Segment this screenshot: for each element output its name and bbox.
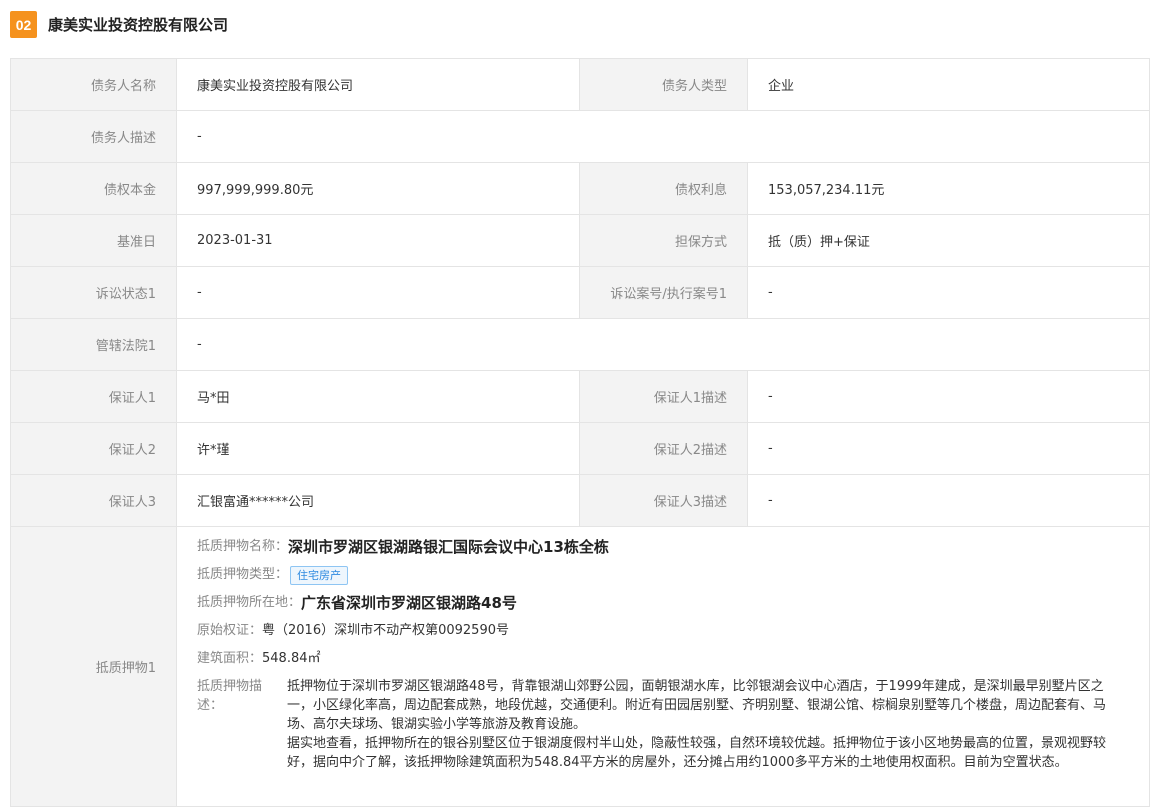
collateral-desc: 抵押物位于深圳市罗湖区银湖路48号，背靠银湖山郊野公园，面朝银湖水库，比邻银湖会… <box>287 677 1129 772</box>
guarantor3-value: 汇银富通******公司 <box>176 474 580 527</box>
guarantor2-value: 许*瑾 <box>176 422 580 475</box>
base-date-label: 基准日 <box>10 214 177 267</box>
collateral-location-key: 抵质押物所在地： <box>197 595 302 610</box>
table-row: 债务人描述 - <box>10 110 1150 163</box>
guarantor2-label: 保证人2 <box>10 422 177 475</box>
table-row: 保证人1 马*田 保证人1描述 - <box>10 370 1150 423</box>
collateral-area-key: 建筑面积： <box>197 651 263 666</box>
court-label: 管辖法院1 <box>10 318 177 371</box>
collateral-type-line: 抵质押物类型： 住宅房产 <box>197 565 1129 585</box>
collateral-location-line: 抵质押物所在地： 广东省深圳市罗湖区银湖路48号 <box>197 593 1129 613</box>
litigation-status-value: - <box>176 266 580 319</box>
guarantee-method-value: 抵（质）押+保证 <box>747 214 1150 267</box>
collateral-desc-key: 抵质押物描述： <box>197 679 263 713</box>
section-title: 康美实业投资控股有限公司 <box>48 16 229 34</box>
collateral-name-key: 抵质押物名称： <box>197 539 289 554</box>
table-row: 保证人3 汇银富通******公司 保证人3描述 - <box>10 474 1150 527</box>
guarantor1-value: 马*田 <box>176 370 580 423</box>
guarantor1-label: 保证人1 <box>10 370 177 423</box>
debtor-desc-value: - <box>176 110 1150 163</box>
table-row: 诉讼状态1 - 诉讼案号/执行案号1 - <box>10 266 1150 319</box>
collateral-name-line: 抵质押物名称： 深圳市罗湖区银湖路银汇国际会议中心13栋全栋 <box>197 537 1129 557</box>
debtor-name-label: 债务人名称 <box>10 58 177 111</box>
table-row: 抵质押物1 抵质押物名称： 深圳市罗湖区银湖路银汇国际会议中心13栋全栋 抵质押… <box>10 526 1150 807</box>
collateral-cert: 粤（2016）深圳市不动产权第0092590号 <box>262 623 509 638</box>
collateral-details: 抵质押物名称： 深圳市罗湖区银湖路银汇国际会议中心13栋全栋 抵质押物类型： 住… <box>176 526 1150 807</box>
collateral-name: 深圳市罗湖区银湖路银汇国际会议中心13栋全栋 <box>288 538 609 556</box>
table-row: 管辖法院1 - <box>10 318 1150 371</box>
guarantor1-desc-value: - <box>747 370 1150 423</box>
table-row: 基准日 2023-01-31 担保方式 抵（质）押+保证 <box>10 214 1150 267</box>
guarantor3-label: 保证人3 <box>10 474 177 527</box>
collateral-area: 548.84㎡ <box>262 651 321 666</box>
base-date-value: 2023-01-31 <box>176 214 580 267</box>
case-number-label: 诉讼案号/执行案号1 <box>579 266 748 319</box>
case-number-value: - <box>747 266 1150 319</box>
table-row: 债权本金 997,999,999.80元 债权利息 153,057,234.11… <box>10 162 1150 215</box>
guarantor2-desc-label: 保证人2描述 <box>579 422 748 475</box>
collateral-desc-paragraph-2: 据实地查看，抵押物所在的银谷别墅区位于银湖度假村半山处，隐蔽性较强，自然环境较优… <box>287 736 1107 770</box>
collateral-desc-paragraph-1: 抵押物位于深圳市罗湖区银湖路48号，背靠银湖山郊野公园，面朝银湖水库，比邻银湖会… <box>287 679 1107 732</box>
collateral-desc-block: 抵质押物描述： 抵押物位于深圳市罗湖区银湖路48号，背靠银湖山郊野公园，面朝银湖… <box>197 677 1129 772</box>
debtor-type-label: 债务人类型 <box>579 58 748 111</box>
principal-label: 债权本金 <box>10 162 177 215</box>
guarantee-method-label: 担保方式 <box>579 214 748 267</box>
collateral-location: 广东省深圳市罗湖区银湖路48号 <box>301 594 517 612</box>
collateral-cert-line: 原始权证： 粤（2016）深圳市不动产权第0092590号 <box>197 621 1129 641</box>
guarantor3-desc-label: 保证人3描述 <box>579 474 748 527</box>
collateral-cert-key: 原始权证： <box>197 623 263 638</box>
debtor-type-value: 企业 <box>747 58 1150 111</box>
collateral-area-line: 建筑面积： 548.84㎡ <box>197 649 1129 669</box>
principal-value: 997,999,999.80元 <box>176 162 580 215</box>
table-row: 保证人2 许*瑾 保证人2描述 - <box>10 422 1150 475</box>
guarantor3-desc-value: - <box>747 474 1150 527</box>
debtor-name-value: 康美实业投资控股有限公司 <box>176 58 580 111</box>
guarantor1-desc-label: 保证人1描述 <box>579 370 748 423</box>
guarantor2-desc-value: - <box>747 422 1150 475</box>
section-index-badge: 02 <box>10 11 37 38</box>
table-row: 债务人名称 康美实业投资控股有限公司 债务人类型 企业 <box>10 58 1150 111</box>
collateral-label: 抵质押物1 <box>10 526 177 807</box>
collateral-type-key: 抵质押物类型： <box>197 567 289 582</box>
debt-info-table: 债务人名称 康美实业投资控股有限公司 债务人类型 企业 债务人描述 - 债权本金… <box>10 58 1150 807</box>
interest-value: 153,057,234.11元 <box>747 162 1150 215</box>
collateral-type-tag: 住宅房产 <box>290 565 349 585</box>
debtor-desc-label: 债务人描述 <box>10 110 177 163</box>
litigation-status-label: 诉讼状态1 <box>10 266 177 319</box>
interest-label: 债权利息 <box>579 162 748 215</box>
section-header: 02 康美实业投资控股有限公司 <box>10 11 228 38</box>
court-value: - <box>176 318 1150 371</box>
